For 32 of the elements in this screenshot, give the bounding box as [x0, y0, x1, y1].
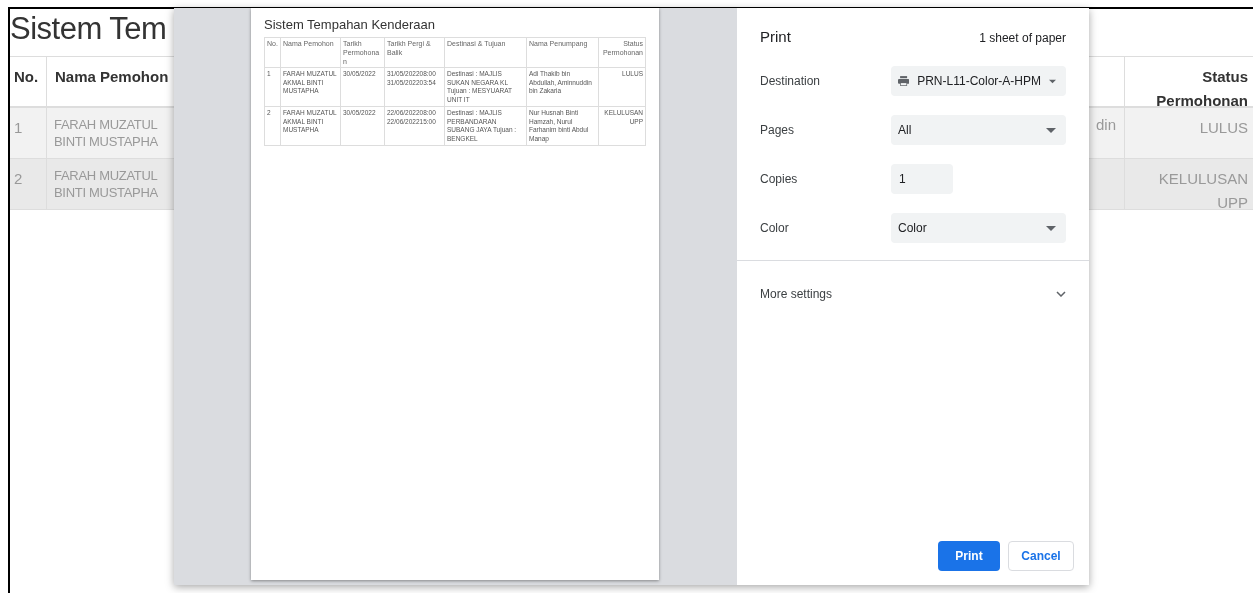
- table-cell-text: din: [1095, 116, 1116, 135]
- column-header: Nama Pemohon: [55, 68, 169, 85]
- table-cell-text: FARAH MUZATUL: [54, 116, 159, 133]
- setting-label: Pages: [760, 122, 796, 139]
- column-header: No.: [14, 68, 39, 85]
- status-text: LULUS: [1199, 119, 1248, 136]
- preview-title: Sistem Tempahan Kenderaan: [264, 17, 437, 33]
- caret-icon: [1046, 225, 1056, 231]
- setting-label: Copies: [760, 171, 799, 188]
- dialog-title: Print: [760, 27, 791, 48]
- more-settings-toggle[interactable]: More settings: [760, 279, 1066, 309]
- chevron-down-icon: [1056, 291, 1066, 297]
- table-cell: 1: [14, 119, 23, 136]
- cancel-button[interactable]: Cancel: [1008, 541, 1074, 571]
- table-cell-text: FARAH MUZATUL: [54, 167, 159, 184]
- select-dropdown[interactable]: Color: [891, 213, 1066, 243]
- table-cell-text: BINTI MUSTAPHA: [54, 133, 159, 150]
- caret-icon: [1046, 127, 1056, 133]
- setting-label: Destination: [760, 73, 822, 90]
- status-text: KELULUSAN UPP: [1158, 170, 1248, 211]
- table-cell-text: BINTI MUSTAPHA: [54, 184, 159, 201]
- column-header: Status Permohonan: [1156, 68, 1248, 109]
- select-dropdown[interactable]: PRN-L11-Color-A-HPM: [891, 66, 1066, 96]
- page-title: Sistem Tem: [10, 10, 167, 48]
- sheet-count: 1 sheet of paper: [979, 29, 1066, 47]
- copies-field[interactable]: 1: [891, 164, 953, 194]
- printer-icon: [898, 74, 910, 88]
- setting-label: Color: [760, 220, 790, 237]
- print-button[interactable]: Print: [938, 541, 1000, 571]
- caret-icon: [1049, 78, 1056, 84]
- select-dropdown[interactable]: All: [891, 115, 1066, 145]
- table-cell: 2: [14, 170, 23, 187]
